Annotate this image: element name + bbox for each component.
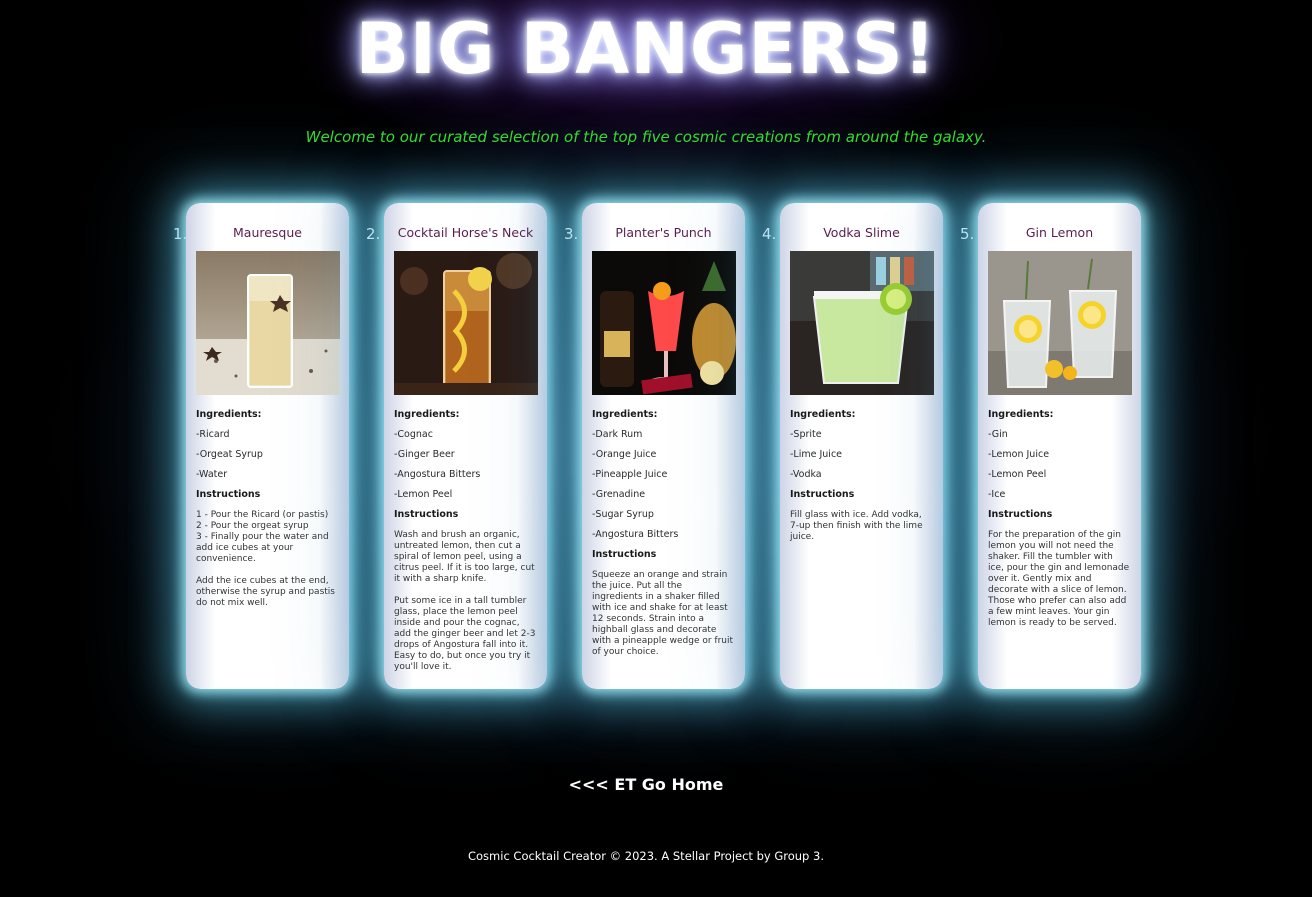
- instructions-text: 1 - Pour the Ricard (or pastis) 2 - Pour…: [196, 510, 335, 608]
- cocktail-photo: [988, 251, 1132, 395]
- ingredient-item: -Sprite: [790, 429, 822, 440]
- ingredient-item: -Gin: [988, 429, 1008, 440]
- ingredient-item: -Sugar Syrup: [592, 509, 654, 520]
- ingredient-item: -Ricard: [196, 429, 230, 440]
- ingredients-heading: Ingredients:: [592, 409, 658, 420]
- instructions-text: For the preparation of the gin lemon you…: [988, 530, 1130, 628]
- ingredient-item: -Grenadine: [592, 489, 646, 500]
- ingredient-item: -Lemon Juice: [988, 449, 1050, 460]
- instructions-heading: Instructions: [592, 549, 657, 560]
- cocktail-name: Planter's Punch: [615, 225, 712, 240]
- cocktail-card-vodka-slime: Vodka Slime Ingredients: -Sprite -Lime J…: [780, 203, 943, 689]
- ingredient-item: -Cognac: [394, 429, 433, 440]
- instructions-text: Wash and brush an organic, untreated lem…: [394, 530, 536, 672]
- cocktail-number: 3.: [564, 225, 579, 243]
- page-title: BIG BANGERS!: [355, 8, 937, 90]
- ingredient-item: -Angostura Bitters: [592, 529, 679, 540]
- cocktail-name: Vodka Slime: [823, 225, 900, 240]
- cocktail-photo: [790, 251, 934, 395]
- cocktail-card-gin-lemon: Gin Lemon Ingredients: -Gin -Lemon Juice…: [978, 203, 1141, 689]
- ingredients-heading: Ingredients:: [394, 409, 460, 420]
- ingredient-item: -Lemon Peel: [988, 469, 1047, 480]
- cocktail-card-planters-punch: Planter's Punch Ingredients: -Dark Rum -…: [582, 203, 745, 689]
- cocktail-card-mauresque: Mauresque Ingredients: -Ricard -Orgeat S…: [186, 203, 349, 689]
- ingredient-item: -Water: [196, 469, 228, 480]
- instructions-text: Fill glass with ice. Add vodka, 7-up the…: [790, 510, 923, 542]
- ingredient-item: -Ginger Beer: [394, 449, 455, 460]
- ingredient-item: -Lemon Peel: [394, 489, 453, 500]
- cocktail-number: 2.: [366, 225, 381, 243]
- ingredient-item: -Dark Rum: [592, 429, 643, 440]
- cocktail-name: Gin Lemon: [1025, 225, 1094, 240]
- cocktail-number: 4.: [762, 225, 777, 243]
- cocktail-name: Cocktail Horse's Neck: [397, 225, 534, 240]
- ingredient-item: -Angostura Bitters: [394, 469, 481, 480]
- instructions-text: Squeeze an orange and strain the juice. …: [592, 570, 734, 657]
- cocktail-photo: [394, 251, 538, 395]
- ingredients-heading: Ingredients:: [988, 409, 1054, 420]
- instructions-heading: Instructions: [988, 509, 1053, 520]
- ingredient-item: -Orange Juice: [592, 449, 657, 460]
- cocktail-photo: [196, 251, 340, 395]
- home-link[interactable]: <<< ET Go Home: [0, 775, 1292, 794]
- cocktail-photo: [592, 251, 736, 395]
- ingredient-item: -Orgeat Syrup: [196, 449, 263, 460]
- ingredient-item: -Lime Juice: [790, 449, 843, 460]
- ingredient-item: -Vodka: [790, 469, 822, 480]
- instructions-heading: Instructions: [394, 509, 459, 520]
- ingredient-item: -Pineapple Juice: [592, 469, 668, 480]
- page-subtitle: Welcome to our curated selection of the …: [305, 128, 987, 146]
- cocktail-name: Mauresque: [233, 225, 302, 240]
- ingredient-item: -Ice: [988, 489, 1006, 500]
- instructions-heading: Instructions: [790, 489, 855, 500]
- cocktail-number: 5.: [960, 225, 975, 243]
- footer-text: Cosmic Cocktail Creator © 2023. A Stella…: [467, 849, 824, 863]
- instructions-heading: Instructions: [196, 489, 261, 500]
- ingredients-heading: Ingredients:: [196, 409, 262, 420]
- ingredients-heading: Ingredients:: [790, 409, 856, 420]
- cocktail-card-horses-neck: Cocktail Horse's Neck Ingredients: -Cogn…: [384, 203, 547, 689]
